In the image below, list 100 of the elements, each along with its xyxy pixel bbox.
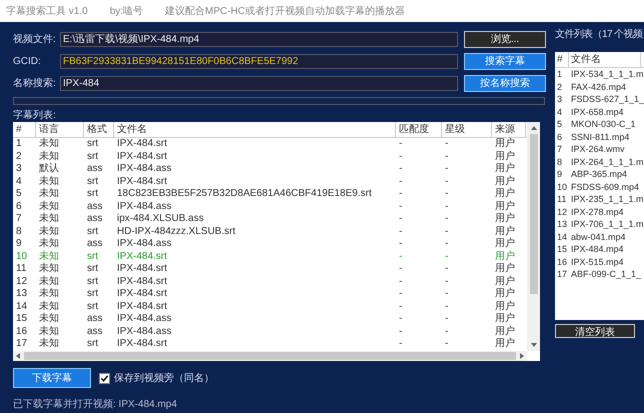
status-text: 已下载字幕并打开视频: IPX-484.mp4	[13, 399, 177, 410]
table-cell-text: IPX-484.srt	[116, 138, 168, 150]
table-cell-text: 未知	[38, 326, 60, 338]
table-cell-text: 未知	[38, 213, 60, 226]
column-header[interactable]: 文件名	[569, 52, 641, 67]
checkbox-label: 保存到视频旁（同名）	[114, 372, 214, 385]
table-cell-text: 7	[15, 213, 23, 226]
table-cell-text: -	[444, 250, 450, 263]
checkbox[interactable]	[99, 372, 110, 384]
table-cell-text: 8	[15, 226, 23, 238]
list-cell-text: IPX-264.wmv	[570, 143, 626, 156]
table-cell-text: 6	[15, 200, 23, 213]
table-cell-text: -	[444, 300, 450, 313]
table-cell-text: 用户	[494, 200, 516, 212]
list-cell-text: IPX-706_1_1_1.m	[570, 218, 641, 230]
table-cell-text: -	[398, 188, 404, 200]
list-cell-text: 3	[556, 93, 564, 106]
table-cell-text: 用户	[494, 250, 516, 262]
list-cell-text: 2	[556, 80, 564, 93]
list-cell-text: 11	[556, 193, 568, 206]
window-title: 字幕搜索工具 v1.0	[6, 4, 88, 18]
table-cell-text: 未知	[38, 276, 60, 288]
field-label: GCID:	[13, 56, 42, 66]
list-cell-text: 1	[556, 68, 564, 80]
column-header[interactable]: 格式	[84, 122, 114, 137]
table-cell-text: 未知	[38, 338, 60, 350]
list-cell-text: 4	[556, 106, 564, 118]
column-header[interactable]: 星级	[442, 122, 492, 137]
scrollbar-thumb[interactable]	[530, 134, 538, 294]
input-field[interactable]: IPX-484	[60, 76, 458, 90]
table-cell-text: IPX-484.ass	[116, 163, 172, 176]
search-button[interactable]: 搜索字幕	[464, 52, 546, 70]
table-cell-text: -	[444, 338, 450, 350]
scrollbar-thumb[interactable]	[24, 352, 516, 360]
table-cell-text: IPX-484.ass	[116, 326, 172, 338]
input-field[interactable]: FB63F2933831BE99428151E80F0B6C8BFE5E7992	[60, 54, 458, 68]
table-cell-text: srt	[86, 138, 100, 150]
download-button[interactable]: 下载字幕	[13, 368, 91, 388]
table-cell-text: 未知	[38, 250, 60, 262]
table-cell-text: -	[444, 150, 450, 163]
list-cell-text: 10	[556, 180, 568, 193]
table-cell-text: -	[398, 276, 404, 288]
column-header[interactable]: 文件名	[114, 122, 396, 137]
list-cell-text: IPX-235_1_1_1.m	[570, 193, 641, 206]
table-cell-text: 未知	[38, 263, 60, 276]
table-cell-text: -	[398, 213, 404, 226]
table-cell-text: srt	[86, 276, 100, 288]
column-header[interactable]: #	[555, 52, 569, 67]
table-cell-text: -	[398, 238, 404, 250]
vertical-scrollbar[interactable]	[527, 122, 540, 350]
list-cell-text: 6	[556, 130, 564, 143]
scroll-up-icon[interactable]	[530, 126, 536, 130]
scroll-down-icon[interactable]	[530, 342, 536, 346]
table-cell-text: IPX-484.ass	[116, 313, 172, 326]
table-cell-text: IPX-484.srt	[116, 150, 168, 163]
scroll-left-icon[interactable]	[16, 352, 20, 358]
list-cell-text: ABF-099-C_1_1_	[570, 268, 641, 280]
table-cell-text: -	[444, 238, 450, 250]
list-cell-text: IPX-658.mp4	[570, 106, 625, 118]
table-cell-text: ass	[86, 326, 104, 338]
table-cell-text: IPX-484.srt	[116, 288, 168, 300]
field-label: 视频文件:	[13, 32, 57, 46]
list-cell-text: 16	[556, 256, 568, 268]
table-cell-text: 未知	[38, 300, 60, 312]
column-header[interactable]: #	[13, 122, 36, 137]
table-cell-text: -	[398, 176, 404, 188]
table-cell-text: ipx-484.XLSUB.ass	[116, 213, 205, 226]
table-cell-text: srt	[86, 150, 100, 163]
table-cell-text: 13	[15, 288, 28, 300]
table-cell-text: ass	[86, 238, 104, 250]
list-cell-text: 13	[556, 218, 568, 230]
column-header[interactable]: 来源	[492, 122, 526, 137]
table-cell-text: 用户	[494, 150, 516, 162]
horizontal-scrollbar[interactable]	[13, 350, 527, 360]
browse-button[interactable]: 浏览...	[464, 30, 546, 48]
clear-list-button[interactable]: 清空列表	[555, 324, 635, 338]
search-button[interactable]: 按名称搜索	[464, 74, 546, 92]
list-cell-text: IPX-278.mp4	[570, 206, 625, 218]
table-cell-text: 12	[15, 276, 28, 288]
table-cell-text: srt	[86, 300, 100, 313]
column-header[interactable]: 语言	[36, 122, 84, 137]
table-cell-text: srt	[86, 226, 100, 238]
list-cell-text: 17	[556, 268, 568, 280]
table-cell-text: -	[398, 163, 404, 176]
table-cell-text: 用户	[494, 326, 516, 338]
table-cell-text: 1	[15, 138, 23, 150]
table-cell-text: srt	[86, 188, 100, 200]
table-cell-text: -	[398, 313, 404, 326]
table-cell-text: -	[444, 288, 450, 300]
table-cell-text: 用户	[494, 263, 516, 276]
scroll-right-icon[interactable]	[520, 352, 524, 358]
table-cell-text: IPX-484.srt	[116, 276, 168, 288]
table-cell-text: 用户	[494, 313, 516, 326]
table-cell-text: -	[444, 213, 450, 226]
table-cell-text: 未知	[38, 313, 60, 326]
table-cell-text: 16	[15, 326, 28, 338]
table-cell-text: -	[444, 326, 450, 338]
input-field[interactable]: E:\迅雷下载\视频\IPX-484.mp4	[60, 32, 458, 46]
table-cell-text: -	[444, 188, 450, 200]
table-cell-text: 18C823EB3BE5F257B32D8AE681A46CBF419E18E9.srt	[116, 188, 373, 200]
